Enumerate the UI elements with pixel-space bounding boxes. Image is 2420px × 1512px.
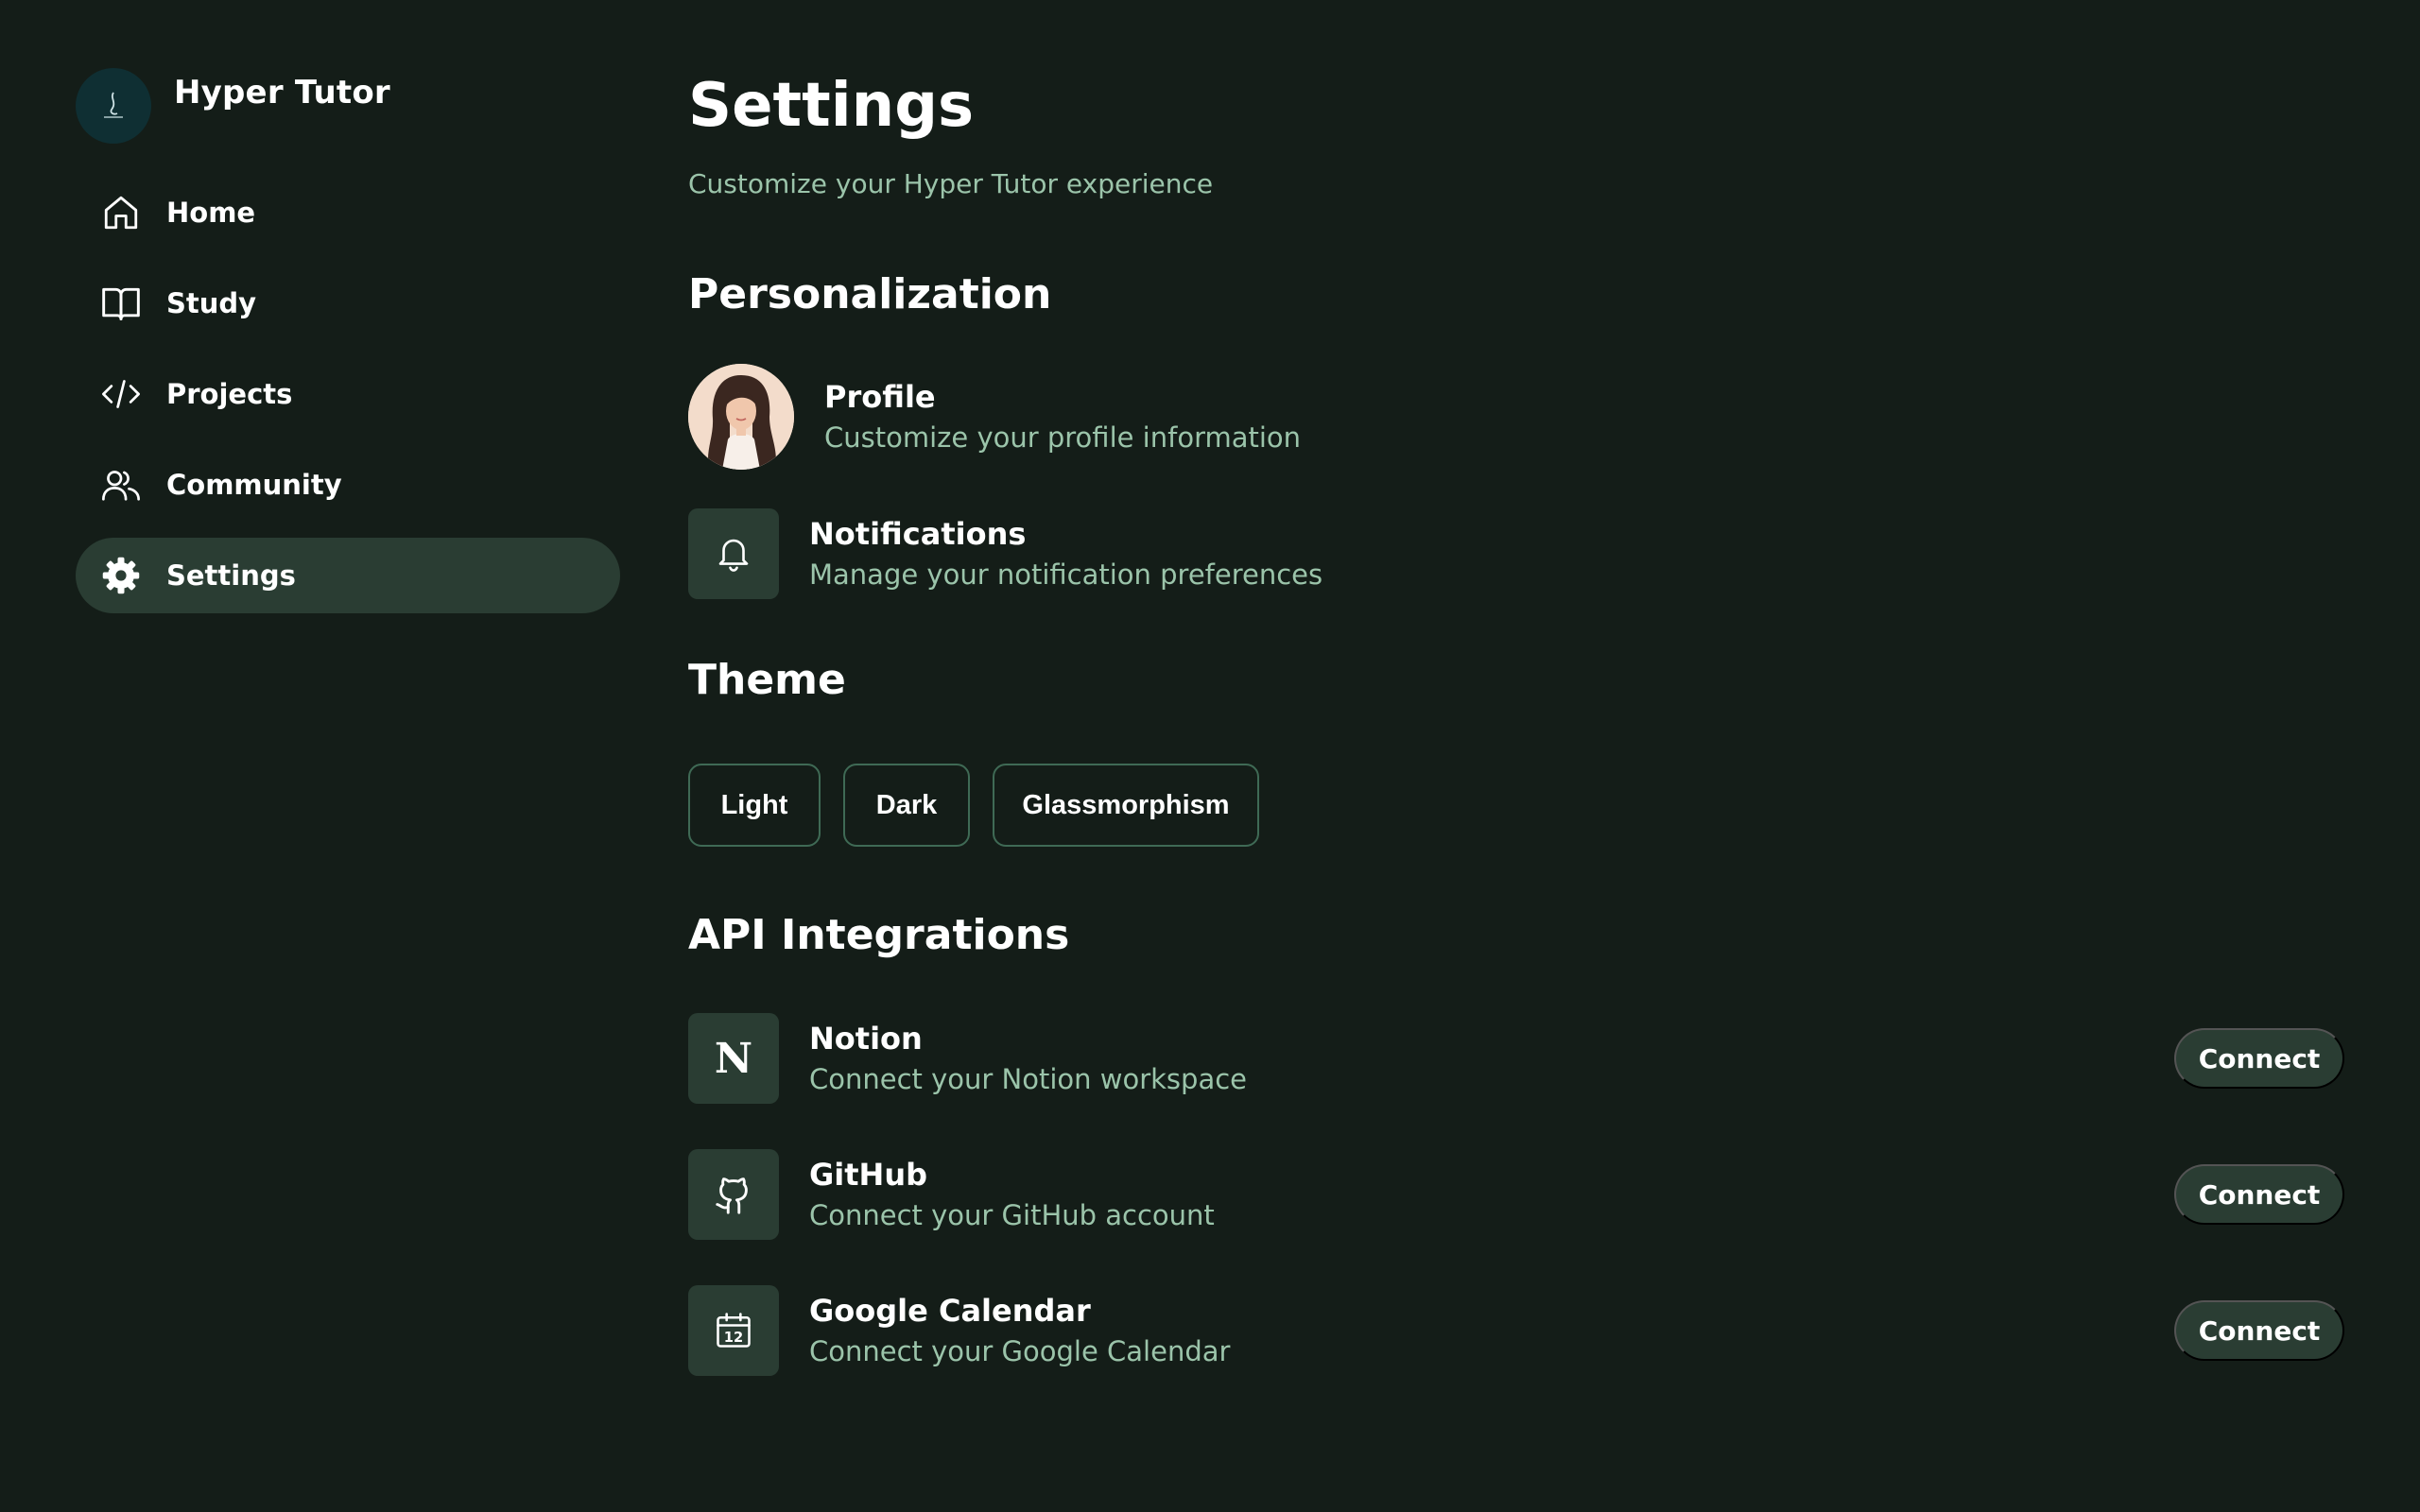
profile-text: Profile Customize your profile informati… [824,376,1301,457]
notion-glyph: N [714,1034,753,1083]
profile-title: Profile [824,379,936,415]
avatar [688,364,794,470]
sidebar-item-community[interactable]: Community [76,447,620,523]
notifications-row[interactable]: Notifications Manage your notification p… [688,508,1322,599]
google-calendar-text: Google Calendar Connect your Google Cale… [809,1290,1230,1371]
brand-logo-icon [76,68,151,144]
notion-text: Notion Connect your Notion workspace [809,1018,1247,1099]
personalization-heading: Personalization [688,270,1052,318]
theme-options: Light Dark Glassmorphism [688,764,1282,847]
notion-desc: Connect your Notion workspace [809,1063,1248,1095]
app-name: Hyper Tutor [174,74,390,112]
notion-icon: N [688,1013,779,1104]
sidebar-item-label: Community [166,469,342,501]
google-calendar-desc: Connect your Google Calendar [809,1335,1231,1367]
calendar-date-text: 12 [724,1330,743,1346]
sidebar-item-label: Settings [166,559,296,592]
home-icon [100,192,142,233]
theme-dark-button[interactable]: Dark [843,764,970,847]
sidebar-item-label: Home [166,197,256,229]
integration-row-notion: N Notion Connect your Notion workspace C… [688,1013,2344,1104]
gear-icon [100,555,142,596]
sidebar: Hyper Tutor Home Study Projects Communit… [0,0,662,1512]
sidebar-item-home[interactable]: Home [76,175,620,250]
bell-icon [688,508,779,599]
theme-heading: Theme [688,656,846,704]
calendar-icon: 12 [688,1285,779,1376]
profile-desc: Customize your profile information [824,421,1302,454]
sidebar-item-projects[interactable]: Projects [76,356,620,432]
app-window: Hyper Tutor Home Study Projects Communit… [0,0,2420,1512]
connect-notion-button[interactable]: Connect [2174,1028,2344,1089]
sidebar-item-study[interactable]: Study [76,266,620,341]
connect-github-button[interactable]: Connect [2174,1164,2344,1225]
google-calendar-title: Google Calendar [809,1293,1091,1329]
brand[interactable]: Hyper Tutor [76,68,390,144]
sidebar-item-settings[interactable]: Settings [76,538,620,613]
github-title: GitHub [809,1157,927,1193]
page-title: Settings [688,71,975,141]
notifications-title: Notifications [809,516,1027,552]
notifications-text: Notifications Manage your notification p… [809,513,1322,594]
sidebar-item-label: Study [166,287,257,319]
github-text: GitHub Connect your GitHub account [809,1154,1215,1235]
notion-title: Notion [809,1021,923,1057]
theme-light-button[interactable]: Light [688,764,821,847]
book-icon [100,283,142,324]
github-desc: Connect your GitHub account [809,1199,1215,1231]
theme-glassmorphism-button[interactable]: Glassmorphism [993,764,1259,847]
notifications-desc: Manage your notification preferences [809,558,1323,591]
users-icon [100,464,142,506]
sidebar-nav: Home Study Projects Community Settings [76,175,620,628]
code-icon [100,373,142,415]
sidebar-item-label: Projects [166,378,293,410]
profile-row[interactable]: Profile Customize your profile informati… [688,364,1301,470]
integration-row-github: GitHub Connect your GitHub account Conne… [688,1149,2344,1240]
connect-google-calendar-button[interactable]: Connect [2174,1300,2344,1361]
page-subtitle: Customize your Hyper Tutor experience [688,168,1214,199]
integrations-heading: API Integrations [688,911,1070,959]
github-icon [688,1149,779,1240]
integration-row-google-calendar: 12 Google Calendar Connect your Google C… [688,1285,2344,1376]
